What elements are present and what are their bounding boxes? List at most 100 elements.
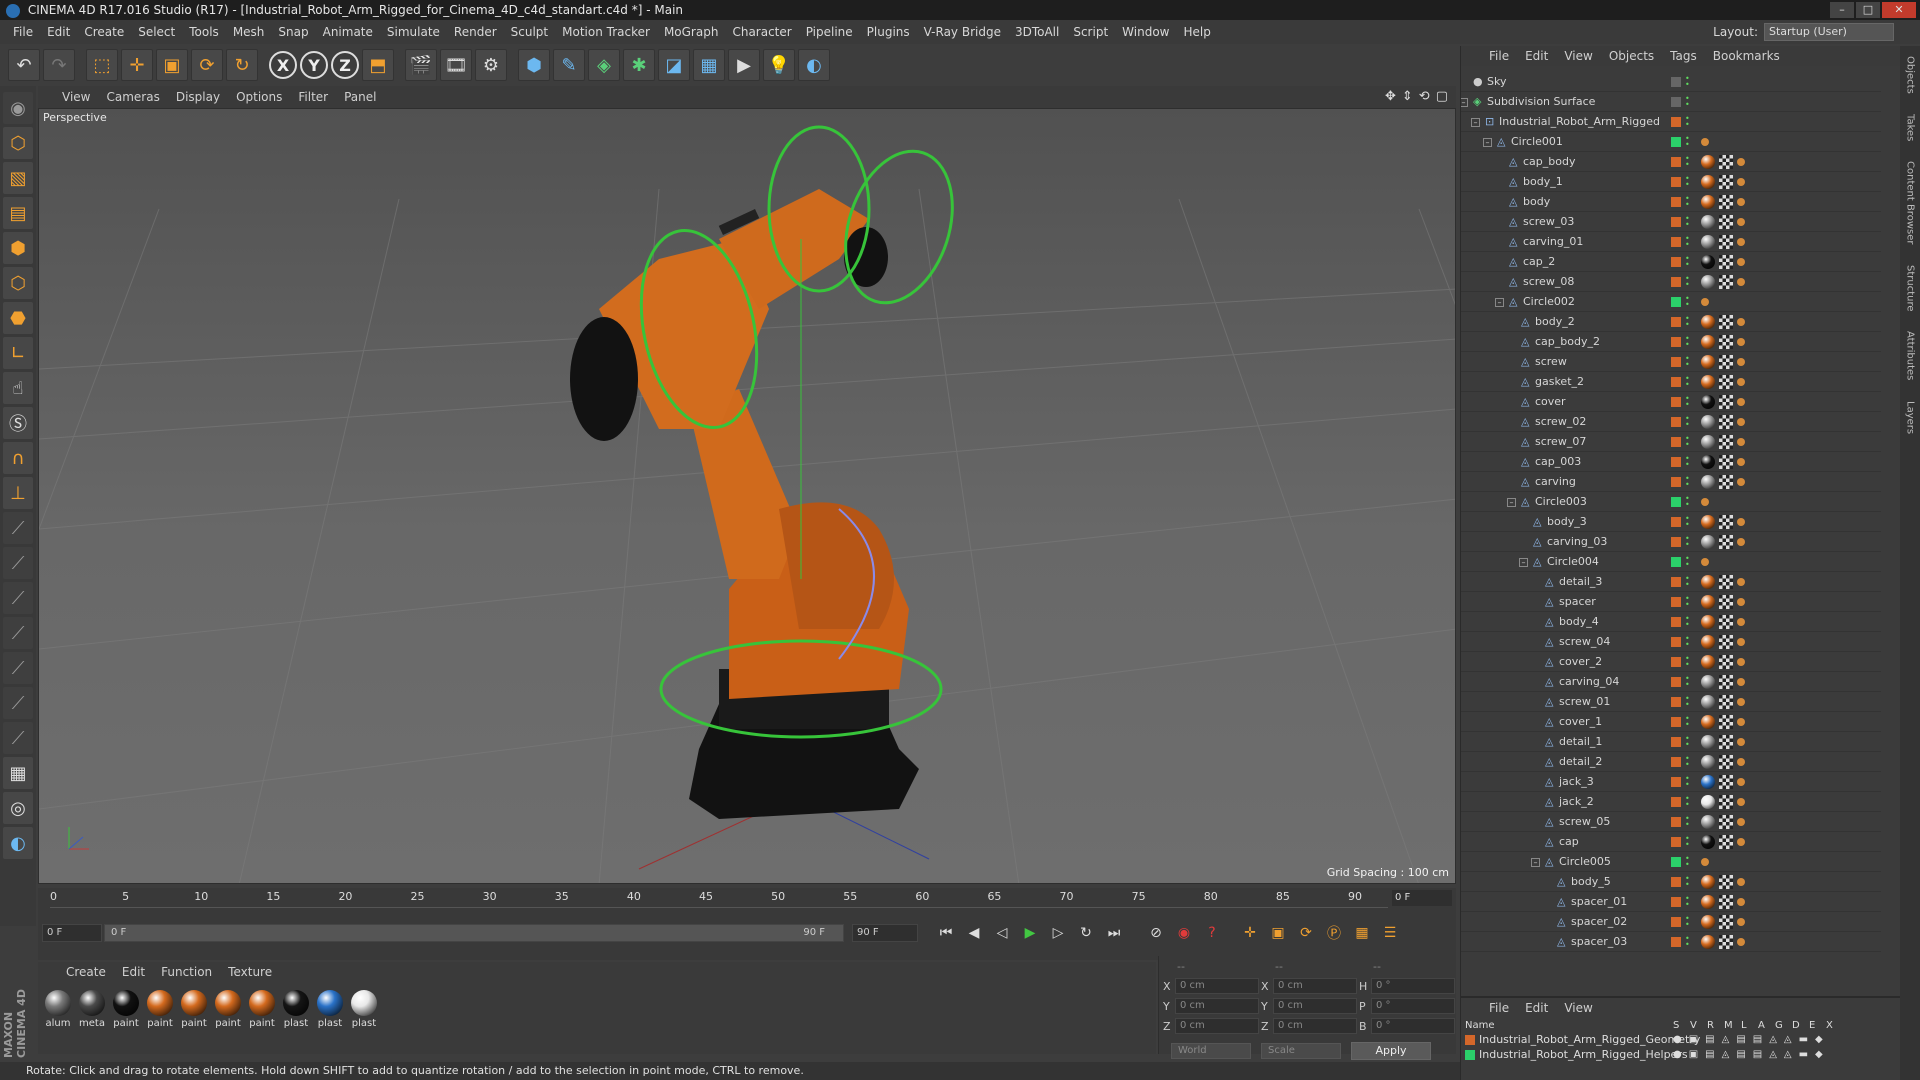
side-tab-takes[interactable]: Takes — [1905, 114, 1916, 141]
rotation-value-field[interactable]: 0 ° — [1371, 978, 1455, 994]
size-value-field[interactable]: 0 cm — [1273, 978, 1357, 994]
object-row[interactable]: ◬ detail_2 • • — [1461, 752, 1881, 772]
object-menu-tags[interactable]: Tags — [1662, 49, 1705, 63]
menu-edit[interactable]: Edit — [40, 25, 77, 39]
phong-tag-icon[interactable] — [1737, 258, 1745, 266]
layer-color-swatch[interactable] — [1671, 437, 1681, 447]
visibility-dots-icon[interactable]: • • — [1685, 575, 1691, 589]
camera-icon[interactable]: ▶ — [728, 49, 760, 81]
visibility-dots-icon[interactable]: • • — [1685, 615, 1691, 629]
visibility-dots-icon[interactable]: • • — [1685, 475, 1691, 489]
menu-v-ray-bridge[interactable]: V-Ray Bridge — [917, 25, 1008, 39]
layer-color-swatch[interactable] — [1671, 537, 1681, 547]
menu-mesh[interactable]: Mesh — [226, 25, 272, 39]
object-row[interactable]: ◬ cover_2 • • — [1461, 652, 1881, 672]
visibility-dots-icon[interactable]: • • — [1685, 95, 1691, 109]
phong-tag-icon[interactable] — [1737, 218, 1745, 226]
layer-color-swatch[interactable] — [1671, 817, 1681, 827]
material-tag-icon[interactable] — [1701, 175, 1715, 189]
layer-menu-edit[interactable]: Edit — [1517, 1001, 1556, 1015]
redo-icon[interactable]: ↷ — [43, 49, 75, 81]
menu-render[interactable]: Render — [447, 25, 504, 39]
texture-tag-icon[interactable] — [1719, 935, 1733, 949]
make-editable-icon[interactable]: ◉ — [3, 92, 33, 124]
layer-menu-view[interactable]: View — [1556, 1001, 1600, 1015]
visibility-dots-icon[interactable]: • • — [1685, 75, 1691, 89]
visibility-dots-icon[interactable]: • • — [1685, 715, 1691, 729]
material-tag-icon[interactable] — [1701, 475, 1715, 489]
texture-tag-icon[interactable] — [1719, 515, 1733, 529]
layer-color-swatch[interactable] — [1671, 157, 1681, 167]
texture-tag-icon[interactable] — [1719, 175, 1733, 189]
material-tag-icon[interactable] — [1701, 795, 1715, 809]
material-tag-icon[interactable] — [1701, 535, 1715, 549]
material-tag-icon[interactable] — [1701, 215, 1715, 229]
rotation-value-field[interactable]: 0 ° — [1371, 1018, 1455, 1034]
polygons-mode-icon[interactable]: ⬣ — [3, 302, 33, 334]
layer-color-swatch[interactable] — [1671, 477, 1681, 487]
layer-color-swatch[interactable] — [1671, 337, 1681, 347]
layer-menu-file[interactable]: File — [1481, 1001, 1517, 1015]
texture-tag-icon[interactable] — [1719, 775, 1733, 789]
visibility-dots-icon[interactable]: • • — [1685, 175, 1691, 189]
viewport-menu-view[interactable]: View — [54, 90, 98, 104]
texture-tag-icon[interactable] — [1719, 895, 1733, 909]
visibility-dots-icon[interactable]: • • — [1685, 595, 1691, 609]
object-row[interactable]: ◬ gasket_2 • • — [1461, 372, 1881, 392]
end-frame-field[interactable]: 90 F — [852, 924, 918, 942]
material-tag-icon[interactable] — [1701, 455, 1715, 469]
layer-color-swatch[interactable] — [1671, 777, 1681, 787]
array-icon[interactable]: ✱ — [623, 49, 655, 81]
play-forward-icon[interactable]: ▶ — [1018, 921, 1042, 945]
phong-tag-icon[interactable] — [1737, 598, 1745, 606]
viewport-menu-options[interactable]: Options — [228, 90, 290, 104]
go-to-end-icon[interactable]: ⏭ — [1102, 921, 1126, 945]
live-selection-icon[interactable]: ⬚ — [86, 49, 118, 81]
layer-color-swatch[interactable] — [1671, 897, 1681, 907]
material-tag-icon[interactable] — [1701, 335, 1715, 349]
menu-create[interactable]: Create — [77, 25, 131, 39]
texture-tag-icon[interactable] — [1719, 195, 1733, 209]
timeline-ruler[interactable]: 0 5 10 15 20 25 30 35 40 45 50 55 60 65 70 75 80 85 90 — [50, 890, 1388, 908]
layer-color-swatch[interactable] — [1671, 657, 1681, 667]
layer-color-swatch[interactable] — [1671, 397, 1681, 407]
phong-tag-icon[interactable] — [1737, 718, 1745, 726]
visibility-dots-icon[interactable]: • • — [1685, 275, 1691, 289]
material-tag-icon[interactable] — [1701, 355, 1715, 369]
menu-pipeline[interactable]: Pipeline — [799, 25, 860, 39]
coordinate-mode-dropdown[interactable]: World — [1171, 1043, 1251, 1059]
visibility-dots-icon[interactable]: • • — [1685, 215, 1691, 229]
object-row[interactable]: ◬ body • • — [1461, 192, 1881, 212]
phong-tag-icon[interactable] — [1737, 318, 1745, 326]
texture-tag-icon[interactable] — [1719, 875, 1733, 889]
axis-mode-icon[interactable]: ∟ — [3, 337, 33, 369]
object-row[interactable]: ◬ jack_3 • • — [1461, 772, 1881, 792]
material-swatch[interactable]: meta — [78, 990, 106, 1029]
material-tag-icon[interactable] — [1701, 835, 1715, 849]
autokey-icon[interactable]: ◉ — [1172, 921, 1196, 945]
visibility-dots-icon[interactable]: • • — [1685, 675, 1691, 689]
material-tag-icon[interactable] — [1701, 235, 1715, 249]
visibility-dots-icon[interactable]: • • — [1685, 935, 1691, 949]
snapping-icon[interactable]: Ⓢ — [3, 407, 33, 439]
layer-color-swatch[interactable] — [1671, 877, 1681, 887]
sculpt-inflate-icon[interactable]: ⟋ — [3, 617, 33, 649]
material-tag-icon[interactable] — [1701, 435, 1715, 449]
visibility-dots-icon[interactable]: • • — [1685, 635, 1691, 649]
tweak-mode-icon[interactable]: ☝ — [3, 372, 33, 404]
menu-mograph[interactable]: MoGraph — [657, 25, 726, 39]
material-tag-icon[interactable] — [1701, 195, 1715, 209]
phong-tag-icon[interactable] — [1737, 698, 1745, 706]
object-row[interactable]: ◬ detail_1 • • — [1461, 732, 1881, 752]
previous-frame-icon[interactable]: ◁ — [990, 921, 1014, 945]
deformer-icon[interactable]: ◪ — [658, 49, 690, 81]
material-swatch[interactable]: paint — [180, 990, 208, 1029]
uv-tool-icon[interactable]: ◎ — [3, 792, 33, 824]
menu-plugins[interactable]: Plugins — [860, 25, 917, 39]
visibility-dots-icon[interactable]: • • — [1685, 515, 1691, 529]
object-row[interactable]: ◬ cap • • — [1461, 832, 1881, 852]
material-tag-icon[interactable] — [1701, 895, 1715, 909]
phong-tag-icon[interactable] — [1737, 358, 1745, 366]
visibility-dots-icon[interactable]: • • — [1685, 815, 1691, 829]
viewport-menu-filter[interactable]: Filter — [290, 90, 336, 104]
